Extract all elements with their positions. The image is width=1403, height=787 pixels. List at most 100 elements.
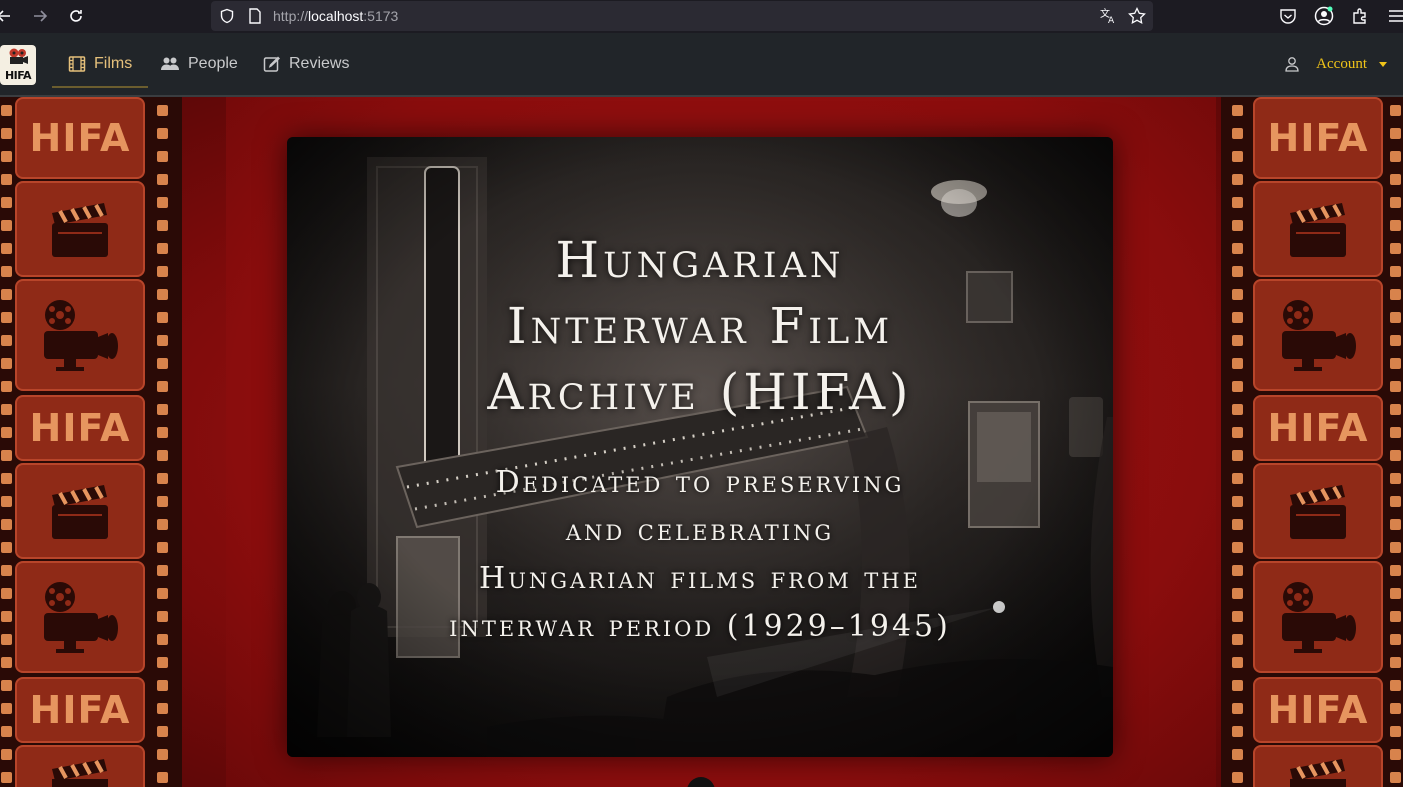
- hero-subtitle-line: Dedicated to preserving: [495, 465, 905, 500]
- sprocket-hole: [157, 473, 168, 484]
- sprocket-hole: [1, 611, 12, 622]
- account-dropdown[interactable]: Account: [1284, 33, 1387, 95]
- hero-title-line: Hungarian: [555, 231, 845, 289]
- film-camera-icon: [44, 582, 118, 653]
- edit-icon: [263, 56, 281, 72]
- sprocket-hole: [1232, 174, 1243, 185]
- filmstrip-frame-hifa: HIFA: [15, 677, 145, 743]
- sprocket-hole: [1390, 588, 1401, 599]
- sprocket-hole: [1232, 772, 1243, 783]
- reload-button[interactable]: [64, 4, 88, 28]
- sprocket-hole: [1232, 749, 1243, 760]
- film-camera-icon: [1282, 300, 1356, 371]
- address-bar[interactable]: http://localhost:5173 文A: [211, 1, 1153, 31]
- sprocket-hole: [1390, 473, 1401, 484]
- bookmark-star-icon[interactable]: [1127, 6, 1147, 26]
- nav-films[interactable]: Films: [52, 33, 149, 95]
- sprocket-hole: [1232, 473, 1243, 484]
- clapperboard-icon: [52, 485, 108, 539]
- hero-subtitle-line: and celebrating: [565, 513, 835, 548]
- sprocket-hole: [1, 450, 12, 461]
- hero-subtitle: Dedicated to preserving and celebrating …: [287, 459, 1113, 651]
- translate-icon[interactable]: 文A: [1098, 6, 1118, 26]
- filmstrip-frame-hifa: HIFA: [1253, 677, 1383, 743]
- frame-hifa-text: HIFA: [1267, 406, 1369, 450]
- frame-hifa-text: HIFA: [29, 688, 131, 732]
- sprocket-hole: [157, 427, 168, 438]
- sprocket-hole: [1, 749, 12, 760]
- url-host: localhost: [308, 8, 364, 24]
- extensions-icon[interactable]: [1349, 5, 1371, 27]
- sprocket-hole: [1, 197, 12, 208]
- frame-hifa-text: HIFA: [29, 116, 131, 160]
- sprocket-hole: [157, 243, 168, 254]
- hero-title-line: Archive (HIFA): [487, 363, 913, 421]
- url-text[interactable]: http://localhost:5173: [273, 8, 398, 24]
- sprocket-hole: [1232, 220, 1243, 231]
- sprocket-hole: [157, 381, 168, 392]
- shield-icon[interactable]: [217, 6, 237, 26]
- sprocket-hole: [157, 128, 168, 139]
- browser-toolbar: http://localhost:5173 文A: [0, 0, 1403, 33]
- sprocket-hole: [1232, 565, 1243, 576]
- filmstrip-frame-hifa: HIFA: [15, 395, 145, 461]
- sprocket-hole: [1390, 243, 1401, 254]
- sprocket-hole: [1390, 450, 1401, 461]
- sprocket-hole: [1232, 358, 1243, 369]
- sprocket-hole: [1390, 542, 1401, 553]
- sprocket-hole: [157, 519, 168, 530]
- sprocket-hole: [1390, 611, 1401, 622]
- sprocket-hole: [1232, 243, 1243, 254]
- back-button[interactable]: [0, 4, 16, 28]
- pocket-icon[interactable]: [1277, 5, 1299, 27]
- sprocket-hole: [1, 519, 12, 530]
- sprocket-hole: [1232, 151, 1243, 162]
- forward-button[interactable]: [28, 4, 52, 28]
- sprocket-hole: [1, 565, 12, 576]
- sprocket-hole: [1232, 381, 1243, 392]
- sprocket-hole: [1232, 496, 1243, 507]
- svg-text:A: A: [1108, 16, 1115, 25]
- nav-reviews-label: Reviews: [289, 55, 350, 72]
- sprocket-hole: [1, 151, 12, 162]
- hero-banner: Hungarian Interwar Film Archive (HIFA) D…: [287, 137, 1113, 757]
- app-navbar: HIFA Films People Reviews Account: [0, 33, 1403, 97]
- sprocket-hole: [157, 634, 168, 645]
- clapperboard-icon: [1290, 759, 1346, 787]
- hifa-logo[interactable]: HIFA: [0, 45, 36, 85]
- filmstrip-frame-camera: [15, 561, 145, 673]
- menu-icon[interactable]: [1385, 5, 1403, 27]
- sprocket-hole: [1390, 151, 1401, 162]
- user-icon: [1285, 57, 1299, 72]
- nav-people-label: People: [188, 55, 238, 72]
- sprocket-hole: [1232, 105, 1243, 116]
- nav-reviews[interactable]: Reviews: [263, 33, 349, 95]
- filmstrip-frame-camera: [1253, 279, 1383, 391]
- sprocket-hole: [1232, 335, 1243, 346]
- sprocket-hole: [1232, 611, 1243, 622]
- sprocket-hole: [1232, 128, 1243, 139]
- nav-people[interactable]: People: [160, 33, 238, 95]
- sprocket-hole: [1, 404, 12, 415]
- url-prefix: http://: [273, 8, 309, 24]
- sprocket-hole: [157, 611, 168, 622]
- filmstrip-frame-clapper: [15, 463, 145, 559]
- sprocket-hole: [1390, 358, 1401, 369]
- sprocket-hole: [1390, 565, 1401, 576]
- page-icon[interactable]: [245, 6, 265, 26]
- sprocket-hole: [1, 726, 12, 737]
- sprocket-hole: [157, 220, 168, 231]
- profile-icon[interactable]: [1313, 5, 1335, 27]
- sprocket-hole: [157, 772, 168, 783]
- sprocket-hole: [1232, 519, 1243, 530]
- sprocket-hole: [1232, 657, 1243, 668]
- forward-arrow-icon: [34, 10, 48, 22]
- sprocket-hole: [1232, 404, 1243, 415]
- hero-title-line: Interwar Film: [506, 297, 894, 355]
- sprocket-hole: [157, 312, 168, 323]
- sprocket-hole: [1, 588, 12, 599]
- back-arrow-icon: [0, 10, 10, 22]
- film-camera-icon: [44, 300, 118, 371]
- sprocket-hole: [1, 381, 12, 392]
- filmstrip-frame-clapper: [15, 745, 145, 787]
